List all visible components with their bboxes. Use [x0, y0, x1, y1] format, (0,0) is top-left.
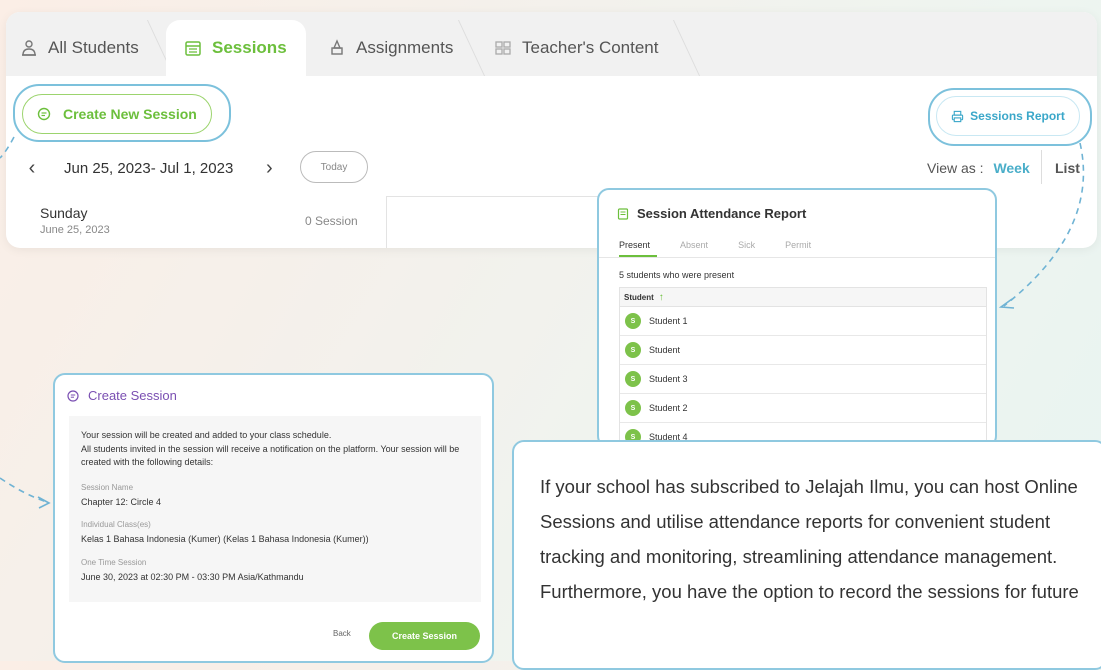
- session-count: 0 Session: [305, 214, 358, 228]
- view-as-toggle: View as : Week: [927, 160, 1030, 176]
- create-new-session-button[interactable]: Create New Session: [22, 94, 212, 134]
- avatar: S: [625, 371, 641, 387]
- time-value: June 30, 2023 at 02:30 PM - 03:30 PM Asi…: [81, 572, 304, 582]
- table-row: S Student: [620, 336, 986, 365]
- tab-label: Assignments: [356, 38, 454, 57]
- column-header-student: Student: [624, 292, 654, 302]
- intro-line: Your session will be created and added t…: [81, 430, 332, 440]
- table-row: S Student 1: [620, 307, 986, 336]
- create-session-title: Create Session: [67, 388, 177, 403]
- arrow-head-icon: [998, 298, 1015, 309]
- sessions-report-button[interactable]: Sessions Report: [936, 96, 1080, 136]
- session-intro: Your session will be created and added t…: [81, 429, 473, 470]
- chat-icon: [37, 107, 51, 121]
- student-name: Student 1: [649, 316, 688, 326]
- table-header[interactable]: Student ↑: [620, 288, 986, 307]
- create-button-label: Create New Session: [63, 106, 197, 122]
- student-name: Student: [649, 345, 681, 355]
- schedule-divider: [386, 196, 616, 197]
- tab-teachers-content[interactable]: Teacher's Content: [474, 20, 689, 76]
- tab-sessions[interactable]: Sessions: [166, 20, 306, 76]
- table-row: S Student 2: [620, 394, 986, 423]
- intro-line: All students invited in the session will…: [81, 443, 460, 468]
- info-text: If your school has subscribed to Jelajah…: [540, 476, 1079, 602]
- session-details: Your session will be created and added t…: [69, 416, 481, 602]
- tab-label: Sessions: [212, 38, 287, 57]
- content-icon: [495, 41, 511, 55]
- tab-bar: All Students Sessions Assignments Teache…: [6, 12, 1097, 76]
- arrow-head-icon: [37, 496, 51, 509]
- view-list-option[interactable]: List: [1055, 160, 1080, 176]
- view-week-option[interactable]: Week: [993, 160, 1029, 176]
- avatar: S: [625, 342, 641, 358]
- session-name-label: Session Name: [81, 483, 134, 492]
- chevron-left-icon[interactable]: ‹: [22, 157, 42, 180]
- tab-all-students[interactable]: All Students: [6, 20, 156, 76]
- calendar-icon: [185, 41, 201, 56]
- chevron-right-icon[interactable]: ›: [259, 157, 279, 180]
- back-button[interactable]: Back: [333, 629, 351, 638]
- date-range: Jun 25, 2023- Jul 1, 2023: [64, 159, 234, 177]
- attendance-tabs: Present Absent Sick Permit: [619, 240, 841, 250]
- attendance-table: Student ↑ S Student 1 S Student S Student 3…: [619, 287, 987, 446]
- tab-sick[interactable]: Sick: [738, 240, 755, 250]
- create-session-button[interactable]: Create Session: [369, 622, 480, 650]
- tabs-divider: [599, 257, 995, 258]
- chat-icon: [67, 389, 79, 402]
- info-card: If your school has subscribed to Jelajah…: [512, 440, 1101, 670]
- class-label: Individual Class(es): [81, 520, 151, 529]
- attendance-title-text: Session Attendance Report: [637, 206, 807, 221]
- printer-icon: [951, 110, 964, 122]
- avatar: S: [625, 400, 641, 416]
- report-button-label: Sessions Report: [970, 109, 1065, 123]
- tab-label: Teacher's Content: [522, 38, 659, 57]
- tab-present[interactable]: Present: [619, 240, 650, 250]
- day-date: June 25, 2023: [40, 224, 110, 236]
- time-label: One Time Session: [81, 558, 147, 567]
- view-divider: [1041, 150, 1042, 184]
- attendance-title: Session Attendance Report: [617, 206, 806, 221]
- create-session-title-text: Create Session: [88, 388, 177, 403]
- tab-permit[interactable]: Permit: [785, 240, 811, 250]
- class-value: Kelas 1 Bahasa Indonesia (Kumer) (Kelas …: [81, 534, 369, 544]
- students-icon: [22, 40, 36, 56]
- table-row: S Student 3: [620, 365, 986, 394]
- avatar: S: [625, 313, 641, 329]
- create-session-dialog: Create Session Your session will be crea…: [53, 373, 494, 663]
- date-navigator: ‹ Jun 25, 2023- Jul 1, 2023 ›: [22, 150, 279, 186]
- tab-absent[interactable]: Absent: [680, 240, 708, 250]
- schedule-divider: [386, 196, 387, 248]
- today-button[interactable]: Today: [300, 151, 368, 183]
- tab-assignments[interactable]: Assignments: [306, 20, 471, 76]
- student-name: Student 3: [649, 374, 688, 384]
- attendance-summary: 5 students who were present: [619, 270, 735, 280]
- attendance-report-card: Session Attendance Report Present Absent…: [597, 188, 997, 448]
- sort-up-icon[interactable]: ↑: [659, 292, 664, 303]
- connector-line: [0, 477, 48, 503]
- assignment-icon: [331, 39, 343, 55]
- student-name: Student 2: [649, 403, 688, 413]
- session-name-value: Chapter 12: Circle 4: [81, 497, 162, 507]
- day-name: Sunday: [40, 205, 88, 221]
- report-icon: [617, 207, 629, 220]
- view-as-label: View as :: [927, 160, 984, 176]
- tab-label: All Students: [48, 38, 139, 57]
